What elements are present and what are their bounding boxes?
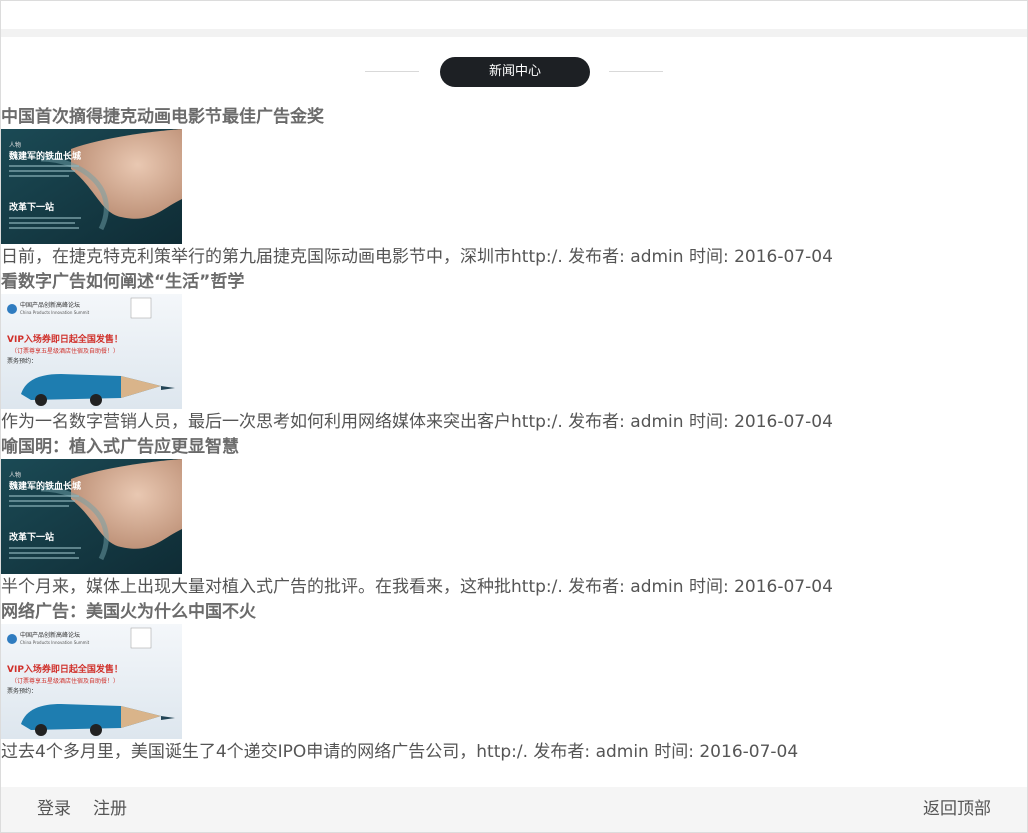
news-summary: 作为一名数字营销人员，最后一次思考如何利用网络媒体来突出客户http:/. 发布… xyxy=(1,412,833,432)
news-list: 中国首次摘得捷克动画电影节最佳广告金奖 人物 魏建军的铁血长城 改革下一站 日前… xyxy=(1,105,1027,765)
cover-text-l2: 魏建军的铁血长城 xyxy=(8,480,81,492)
news-thumbnail[interactable]: 中国产品创新高峰论坛 China Products Innovation Sum… xyxy=(1,624,182,739)
page: 新闻中心 中国首次摘得捷克动画电影节最佳广告金奖 人物 魏建军的铁血长城 改革下… xyxy=(0,0,1028,833)
news-thumbnail[interactable]: 中国产品创新高峰论坛 China Products Innovation Sum… xyxy=(1,294,182,409)
cover-text-l1: 人物 xyxy=(9,141,21,149)
cover-text-l1: 人物 xyxy=(9,471,21,479)
article-cover-image: 人物 魏建军的铁血长城 改革下一站 xyxy=(1,129,182,244)
cover-text-l3: 改革下一站 xyxy=(9,201,54,213)
register-link[interactable]: 注册 xyxy=(93,787,127,832)
ad-text-l5: 票务预约： xyxy=(7,687,37,695)
top-bar xyxy=(1,1,1027,29)
footer-bar: 登录 注册 返回顶部 xyxy=(1,787,1027,832)
news-summary: 过去4个多月里，美国诞生了4个递交IPO申请的网络广告公司，http:/. 发布… xyxy=(1,742,799,762)
article-cover-image: 人物 魏建军的铁血长城 改革下一站 xyxy=(1,459,182,574)
ad-text-l3: VIP入场券即日起全国发售！ xyxy=(7,333,123,345)
ad-text-l4: （订票尊享五星级酒店住宿及自助餐！） xyxy=(11,347,119,355)
news-item: 中国首次摘得捷克动画电影节最佳广告金奖 人物 魏建军的铁血长城 改革下一站 日前… xyxy=(1,105,1027,270)
news-item: 喻国明：植入式广告应更显智慧 人物 魏建军的铁血长城 改革下一站 半个月来，媒体… xyxy=(1,435,1027,600)
ad-text-l1: 中国产品创新高峰论坛 xyxy=(20,301,80,309)
ad-text-l4: （订票尊享五星级酒店住宿及自助餐！） xyxy=(11,677,119,685)
ad-text-l1: 中国产品创新高峰论坛 xyxy=(20,631,80,639)
news-title-link[interactable]: 网络广告：美国火为什么中国不火 xyxy=(1,600,1027,624)
ad-text-l2: China Products Innovation Summit xyxy=(20,640,90,645)
news-thumbnail[interactable]: 人物 魏建军的铁血长城 改革下一站 xyxy=(1,129,182,244)
header-line-right xyxy=(609,71,663,72)
news-item: 看数字广告如何阐述“生活”哲学 中国产品创新高峰论坛 China Product… xyxy=(1,270,1027,435)
summit-ad-image: 中国产品创新高峰论坛 China Products Innovation Sum… xyxy=(1,294,182,409)
news-title-link[interactable]: 喻国明：植入式广告应更显智慧 xyxy=(1,435,1027,459)
news-summary: 半个月来，媒体上出现大量对植入式广告的批评。在我看来，这种批http:/. 发布… xyxy=(1,577,833,597)
news-summary: 日前，在捷克特克利策举行的第九届捷克国际动画电影节中，深圳市http:/. 发布… xyxy=(1,247,833,267)
section-header: 新闻中心 xyxy=(1,37,1027,105)
ad-text-l5: 票务预约： xyxy=(7,357,37,365)
ad-text-l2: China Products Innovation Summit xyxy=(20,310,90,315)
back-to-top-link[interactable]: 返回顶部 xyxy=(923,787,991,832)
news-title-link[interactable]: 中国首次摘得捷克动画电影节最佳广告金奖 xyxy=(1,105,1027,129)
cover-text-l2: 魏建军的铁血长城 xyxy=(8,150,81,162)
ad-text-l3: VIP入场券即日起全国发售！ xyxy=(7,663,123,675)
news-thumbnail[interactable]: 人物 魏建军的铁血长城 改革下一站 xyxy=(1,459,182,574)
cover-text-l3: 改革下一站 xyxy=(9,531,54,543)
login-link[interactable]: 登录 xyxy=(37,787,71,832)
news-title-link[interactable]: 看数字广告如何阐述“生活”哲学 xyxy=(1,270,1027,294)
news-item: 网络广告：美国火为什么中国不火 中国产品创新高峰论坛 China Product… xyxy=(1,600,1027,765)
section-title-pill[interactable]: 新闻中心 xyxy=(440,57,590,87)
header-line-left xyxy=(365,71,419,72)
divider-strip xyxy=(1,29,1027,37)
summit-ad-image: 中国产品创新高峰论坛 China Products Innovation Sum… xyxy=(1,624,182,739)
